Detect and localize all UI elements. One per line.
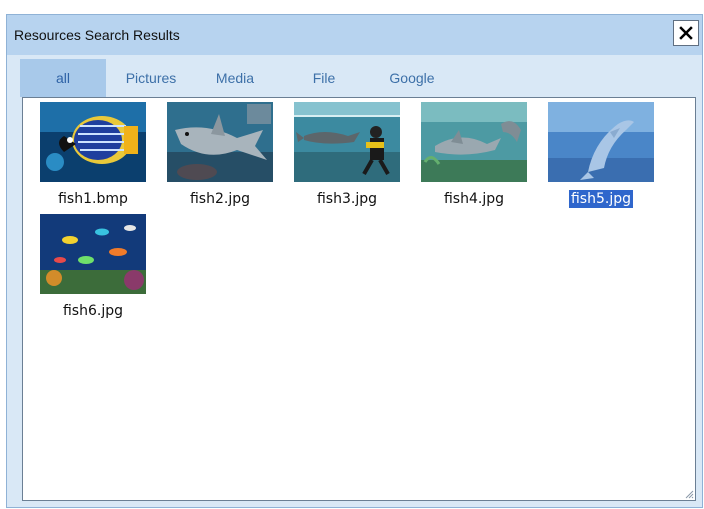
tab-all[interactable]: all (20, 59, 106, 97)
title-bar[interactable]: Resources Search Results (7, 15, 702, 55)
result-item[interactable]: fish4.jpg (421, 102, 527, 207)
result-item[interactable]: fish1.bmp (40, 102, 146, 207)
result-item[interactable]: fish6.jpg (40, 214, 146, 319)
resize-grip-icon[interactable] (684, 489, 694, 499)
diver-thumbnail (294, 102, 400, 182)
results-panel[interactable]: fish1.bmp fish2.jpg fish3.jpg fish4.jpg … (22, 97, 696, 501)
close-button[interactable] (673, 20, 699, 46)
search-results-window: Resources Search Results all Pictures Me… (6, 14, 703, 508)
window-title: Resources Search Results (14, 27, 180, 43)
reef-fish-thumbnail (40, 214, 146, 294)
tab-pictures[interactable]: Pictures (116, 59, 186, 97)
tab-bar: all Pictures Media File Google (20, 59, 700, 97)
result-filename: fish4.jpg (443, 191, 505, 207)
tab-google[interactable]: Google (382, 59, 442, 97)
result-filename: fish6.jpg (62, 303, 124, 319)
angelfish-thumbnail (40, 102, 146, 182)
close-icon (679, 26, 693, 40)
dolphin-jumping-thumbnail (548, 102, 654, 182)
result-filename: fish2.jpg (189, 191, 251, 207)
result-filename: fish5.jpg (568, 190, 634, 208)
tab-media[interactable]: Media (210, 59, 260, 97)
dolphins-thumbnail (421, 102, 527, 182)
result-item[interactable]: fish3.jpg (294, 102, 400, 207)
result-filename: fish1.bmp (58, 191, 128, 207)
shark-thumbnail (167, 102, 273, 182)
result-item[interactable]: fish2.jpg (167, 102, 273, 207)
tab-file[interactable]: File (304, 59, 344, 97)
result-filename: fish3.jpg (316, 191, 378, 207)
result-item[interactable]: fish5.jpg (548, 102, 654, 208)
